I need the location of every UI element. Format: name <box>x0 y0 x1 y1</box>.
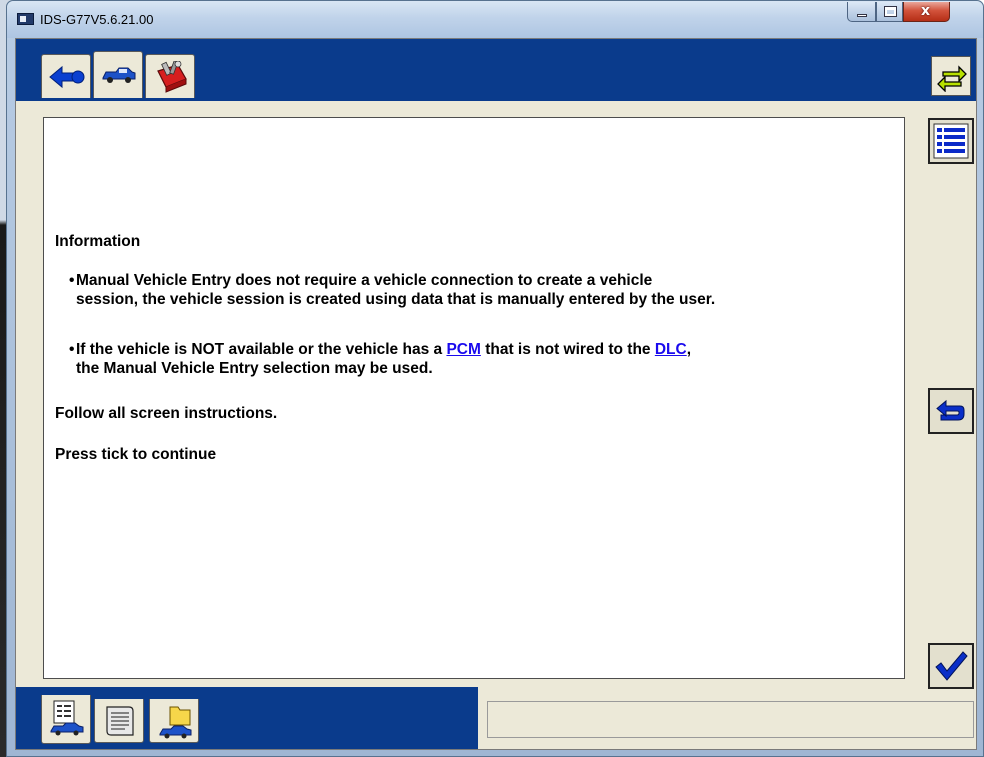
tab-back[interactable] <box>41 54 91 98</box>
app-icon <box>17 13 34 25</box>
maximize-button[interactable] <box>876 2 903 22</box>
window-title: IDS-G77V5.6.21.00 <box>40 12 154 27</box>
press-tick-text: Press tick to continue <box>55 446 217 463</box>
notes-icon <box>106 706 134 736</box>
minimize-button[interactable] <box>847 2 876 22</box>
maximize-icon <box>884 6 897 17</box>
tab-vehicle-data[interactable] <box>41 695 91 744</box>
app-client-area: Information • Manual Vehicle Entry does … <box>15 38 977 750</box>
information-heading: Information <box>55 233 141 250</box>
continue-tick-button[interactable] <box>928 643 974 689</box>
vehicle-folder-icon <box>159 706 192 739</box>
bullet-2-line-1: If the vehicle is NOT available or the v… <box>76 340 876 359</box>
toolbox-icon <box>157 61 187 93</box>
title-bar[interactable]: IDS-G77V5.6.21.00 x <box>7 1 983 38</box>
tab-notes[interactable] <box>94 699 144 743</box>
minimize-icon <box>857 14 867 17</box>
bullet-dot: • <box>69 272 75 289</box>
bullet-2-text-mid: that is not wired to the <box>480 341 655 358</box>
list-button[interactable] <box>928 118 974 164</box>
close-icon: x <box>921 3 931 19</box>
bullet-2-text-post: , <box>686 341 692 358</box>
tab-toolbox[interactable] <box>145 54 195 98</box>
bullet-manual-entry: • Manual Vehicle Entry does not require … <box>69 271 896 309</box>
pcm-link[interactable]: PCM <box>446 341 480 358</box>
list-icon <box>933 123 969 159</box>
tab-vehicle[interactable] <box>93 51 143 98</box>
swap-button[interactable] <box>931 56 971 96</box>
status-field <box>487 701 974 738</box>
bullet-2-text-pre: If the vehicle is NOT available or the v… <box>76 341 447 358</box>
information-panel: Information • Manual Vehicle Entry does … <box>43 117 905 679</box>
follow-instructions-text: Follow all screen instructions. <box>55 405 278 422</box>
dlc-link[interactable]: DLC <box>655 341 687 358</box>
return-button[interactable] <box>928 388 974 434</box>
bullet-2-line-2: the Manual Vehicle Entry selection may b… <box>76 360 433 377</box>
swap-arrows-icon <box>937 65 967 92</box>
bullet-vehicle-unavailable: • If the vehicle is NOT available or the… <box>69 340 876 378</box>
vehicle-icon <box>102 67 136 83</box>
tick-icon <box>935 651 968 681</box>
bullet-1-line-1: Manual Vehicle Entry does not require a … <box>76 272 653 289</box>
back-arrow-icon <box>49 65 85 89</box>
return-icon <box>936 399 965 421</box>
vehicle-data-icon <box>50 700 84 736</box>
bullet-1-line-2: session, the vehicle session is created … <box>76 291 716 308</box>
bullet-dot: • <box>69 341 75 358</box>
ids-window: IDS-G77V5.6.21.00 x Information • Manual… <box>6 0 984 757</box>
close-button[interactable]: x <box>903 2 950 22</box>
tab-vehicle-folder[interactable] <box>149 699 199 743</box>
